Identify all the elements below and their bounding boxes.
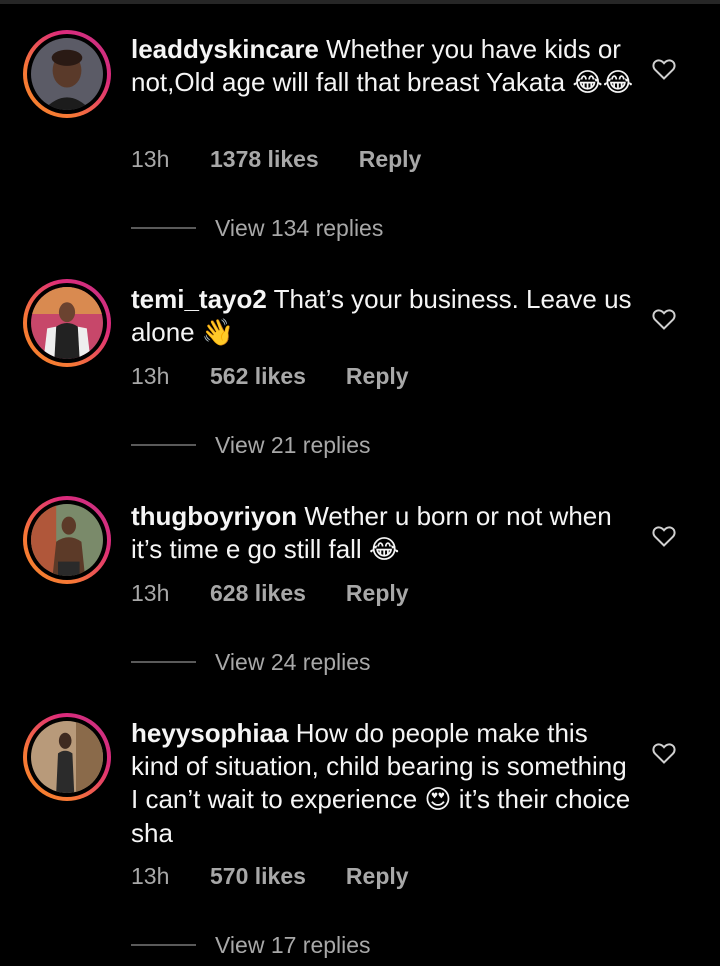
avatar-image bbox=[31, 287, 103, 359]
reply-button[interactable]: Reply bbox=[346, 861, 409, 891]
heart-outline-icon[interactable] bbox=[652, 308, 676, 330]
view-replies-button[interactable]: View 134 replies bbox=[131, 213, 383, 243]
comment-meta: 13h 562 likes Reply bbox=[131, 361, 409, 391]
heart-eyes-emoji: 😍 bbox=[424, 785, 452, 815]
comment-timestamp: 13h bbox=[131, 580, 170, 606]
avatar[interactable] bbox=[23, 713, 111, 801]
comment-body: thugboyriyon Wether u born or not when i… bbox=[131, 500, 636, 567]
view-replies-label: View 24 replies bbox=[215, 648, 371, 675]
avatar-photo bbox=[31, 38, 103, 110]
comment-timestamp: 13h bbox=[131, 146, 170, 172]
comment-body: temi_tayo2 That’s your business. Leave u… bbox=[131, 283, 636, 350]
comment-username[interactable]: heyysophiaa bbox=[131, 718, 289, 748]
avatar-image bbox=[31, 38, 103, 110]
comment-feed: leaddyskincare Whether you have kids or … bbox=[0, 0, 720, 966]
comment-timestamp: 13h bbox=[131, 363, 170, 389]
reply-button[interactable]: Reply bbox=[346, 361, 409, 391]
view-replies-button[interactable]: View 17 replies bbox=[131, 930, 371, 960]
comment-likes-count[interactable]: 628 likes bbox=[210, 578, 306, 608]
comment-meta: 13h 570 likes Reply bbox=[131, 861, 409, 891]
replies-divider-line bbox=[131, 227, 196, 229]
comment-username[interactable]: temi_tayo2 bbox=[131, 284, 267, 314]
replies-divider-line bbox=[131, 944, 196, 946]
avatar[interactable] bbox=[23, 30, 111, 118]
laughing-emoji: 😂 bbox=[368, 535, 400, 565]
comment-meta: 13h 1378 likes Reply bbox=[131, 144, 421, 174]
avatar-image bbox=[31, 504, 103, 576]
comment-body: heyysophiaa How do people make this kind… bbox=[131, 717, 636, 850]
avatar-ring-gap bbox=[27, 34, 107, 114]
reply-button[interactable]: Reply bbox=[359, 144, 422, 174]
comment-username[interactable]: thugboyriyon bbox=[131, 501, 297, 531]
heart-outline-icon[interactable] bbox=[652, 58, 676, 80]
view-replies-label: View 17 replies bbox=[215, 931, 371, 958]
laughing-emoji: 😂😂 bbox=[572, 68, 634, 98]
avatar[interactable] bbox=[23, 279, 111, 367]
comment-likes-count[interactable]: 562 likes bbox=[210, 361, 306, 391]
comment-username[interactable]: leaddyskincare bbox=[131, 34, 319, 64]
comment-timestamp: 13h bbox=[131, 863, 170, 889]
heart-outline-icon[interactable] bbox=[652, 525, 676, 547]
view-replies-button[interactable]: View 21 replies bbox=[131, 430, 371, 460]
avatar-photo bbox=[31, 287, 103, 359]
comment-likes-count[interactable]: 570 likes bbox=[210, 861, 306, 891]
view-replies-button[interactable]: View 24 replies bbox=[131, 647, 371, 677]
avatar[interactable] bbox=[23, 496, 111, 584]
avatar-image bbox=[31, 721, 103, 793]
reply-button[interactable]: Reply bbox=[346, 578, 409, 608]
avatar-ring-gap bbox=[27, 283, 107, 363]
replies-divider-line bbox=[131, 661, 196, 663]
comment-body: leaddyskincare Whether you have kids or … bbox=[131, 33, 636, 100]
avatar-photo bbox=[31, 504, 103, 576]
avatar-photo bbox=[31, 721, 103, 793]
replies-divider-line bbox=[131, 444, 196, 446]
view-replies-label: View 134 replies bbox=[215, 214, 384, 241]
comment-meta: 13h 628 likes Reply bbox=[131, 578, 409, 608]
view-replies-label: View 21 replies bbox=[215, 431, 371, 458]
avatar-ring-gap bbox=[27, 717, 107, 797]
heart-outline-icon[interactable] bbox=[652, 742, 676, 764]
waving-hand-emoji: 👋 bbox=[201, 318, 235, 348]
comment-likes-count[interactable]: 1378 likes bbox=[210, 144, 319, 174]
avatar-ring-gap bbox=[27, 500, 107, 580]
